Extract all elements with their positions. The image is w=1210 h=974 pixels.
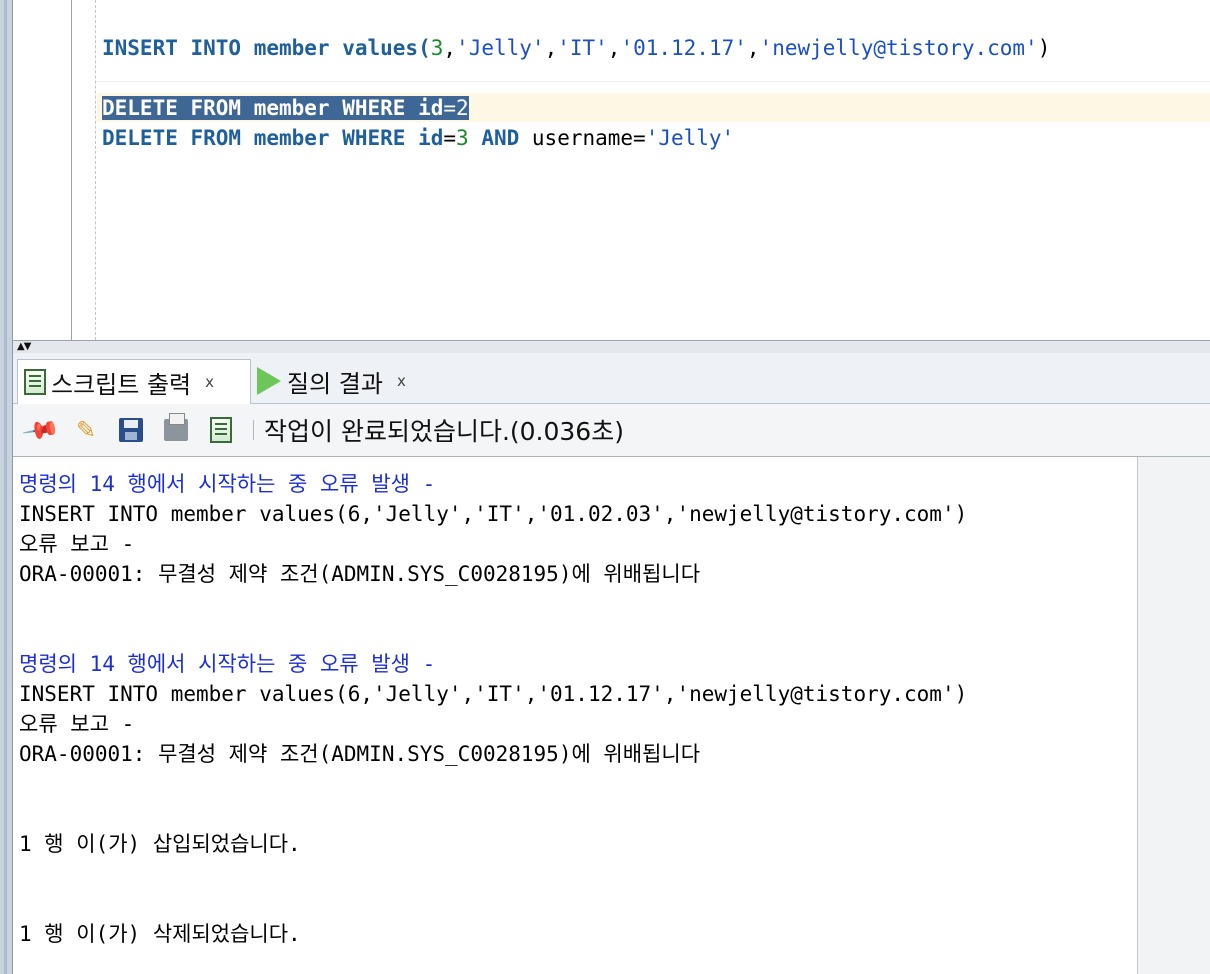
panel-splitter[interactable]: ▲▼ [13, 340, 1210, 354]
save-icon [119, 418, 143, 442]
error-message: ORA-00001: 무결성 제약 조건(ADMIN.SYS_C0028195)… [19, 742, 701, 766]
sql-string: 'Jelly' [645, 126, 735, 150]
error-message: ORA-00001: 무결성 제약 조건(ADMIN.SYS_C0028195)… [19, 562, 701, 586]
result-message: 1 행 이(가) 삭제되었습니다. [19, 922, 301, 946]
window-left-edge [0, 0, 13, 974]
pin-button[interactable]: 📌 [20, 409, 62, 451]
print-button[interactable] [158, 412, 194, 448]
result-message: 1 행 이(가) 삽입되었습니다. [19, 832, 301, 856]
output-statement: INSERT INTO member values(6,'Jelly','IT'… [19, 682, 968, 706]
print-icon [164, 413, 188, 441]
close-icon[interactable]: x [205, 373, 214, 391]
sql-comma: , [544, 36, 558, 60]
status-message: 작업이 완료되었습니다.(0.036초) [264, 417, 624, 446]
close-icon[interactable]: x [397, 372, 406, 390]
sql-operator: = [443, 126, 457, 150]
fold-margin [95, 0, 96, 340]
output-statement: INSERT INTO member values(6,'Jelly','IT'… [19, 502, 968, 526]
vertical-scrollbar[interactable] [1137, 457, 1210, 974]
sql-number: 3 [456, 126, 469, 150]
output-tab-bar: 스크립트 출력 x 질의 결과 x [13, 353, 1210, 404]
sql-comma: , [746, 36, 760, 60]
sql-keyword-and: AND [468, 126, 532, 150]
code-line-insert[interactable]: INSERT INTO member values(3,'Jelly','IT'… [102, 33, 1050, 63]
statement-separator [97, 81, 1210, 82]
script-output-icon [24, 369, 46, 395]
selected-text[interactable]: DELETE FROM member WHERE id=2 [102, 96, 469, 120]
sql-keywords: INSERT INTO member values( [102, 36, 431, 60]
output-toolbar: 📌 ✎ 작업이 완료되었습니다.(0.036초) [13, 404, 1210, 457]
run-query-icon [257, 367, 281, 395]
sql-keywords: DELETE FROM member WHERE id [102, 126, 444, 150]
error-report-label: 오류 보고 - [19, 712, 135, 736]
sql-string: 'Jelly' [456, 36, 545, 60]
tab-script-output[interactable]: 스크립트 출력 x [17, 359, 251, 404]
save-button[interactable] [113, 412, 149, 448]
sql-paren: ) [1037, 36, 1051, 60]
code-line-delete[interactable]: DELETE FROM member WHERE id=3 AND userna… [102, 123, 734, 153]
pin-icon: 📌 [20, 409, 62, 451]
sql-keywords: DELETE FROM member WHERE id [102, 96, 444, 120]
sql-editor[interactable]: INSERT INTO member values(3,'Jelly','IT'… [13, 0, 1210, 340]
sql-number: 3 [430, 36, 444, 60]
code-line-delete-selected[interactable]: DELETE FROM member WHERE id=2 [102, 93, 469, 123]
error-header: 명령의 14 행에서 시작하는 중 오류 발생 - [19, 652, 436, 676]
sql-number: 2 [456, 96, 469, 120]
eraser-icon: ✎ [75, 416, 97, 444]
sql-operator: = [443, 96, 457, 120]
error-header: 명령의 14 행에서 시작하는 중 오류 발생 - [19, 472, 436, 496]
sql-comma: , [607, 36, 621, 60]
tab-label: 스크립트 출력 [51, 370, 192, 399]
clear-button[interactable]: ✎ [68, 412, 104, 448]
error-report-label: 오류 보고 - [19, 532, 135, 556]
script-icon [210, 417, 232, 443]
script-output-panel[interactable]: 명령의 14 행에서 시작하는 중 오류 발생 - INSERT INTO me… [13, 457, 1137, 974]
collapse-arrows-icon[interactable]: ▲▼ [17, 342, 31, 352]
open-script-button[interactable] [203, 412, 239, 448]
sql-comma: , [443, 36, 457, 60]
sql-string: '01.12.17' [620, 36, 747, 60]
line-gutter [13, 0, 72, 340]
sql-string: 'newjelly@tistory.com' [759, 36, 1038, 60]
toolbar-separator [253, 420, 254, 440]
tab-query-result[interactable]: 질의 결과 x [257, 359, 437, 403]
sql-string: 'IT' [557, 36, 608, 60]
tab-label: 질의 결과 [287, 369, 383, 398]
sql-identifier: username= [531, 126, 646, 150]
